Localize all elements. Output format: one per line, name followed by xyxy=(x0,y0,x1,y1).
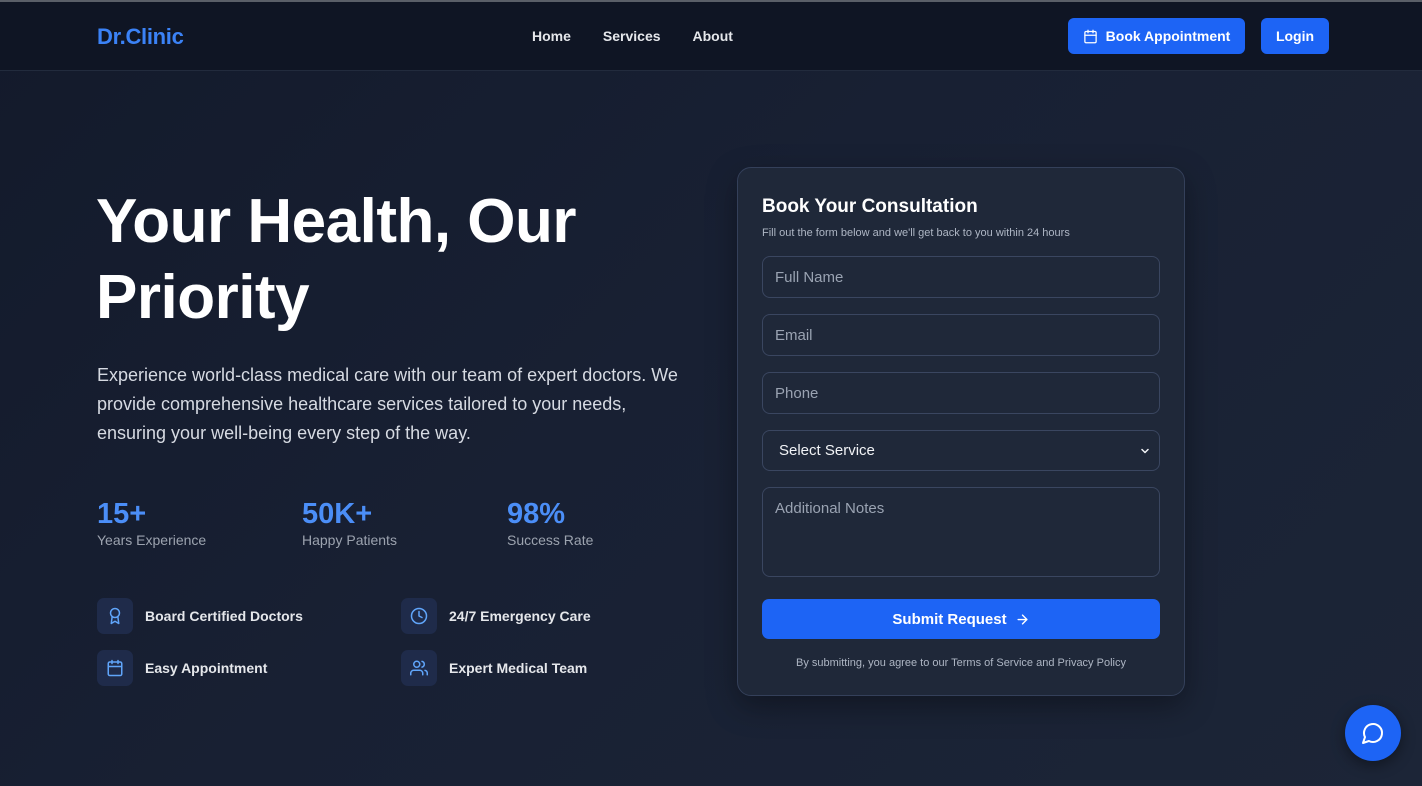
form-title: Book Your Consultation xyxy=(762,196,978,217)
arrow-right-icon xyxy=(1017,613,1028,625)
email-field[interactable] xyxy=(762,314,1160,356)
phone-field[interactable] xyxy=(762,372,1160,414)
terms-notice: By submitting, you agree to our Terms of… xyxy=(796,657,1126,669)
nav-about[interactable]: About xyxy=(693,28,733,44)
calendar-icon xyxy=(97,650,133,686)
login-button[interactable]: Login xyxy=(1261,18,1329,54)
brand-logo[interactable]: Dr.Clinic xyxy=(97,24,184,50)
feature-label: Easy Appointment xyxy=(145,660,268,676)
service-select[interactable]: Select Service xyxy=(762,430,1160,471)
stat-label: Years Experience xyxy=(97,532,207,548)
book-appointment-button[interactable]: Book Appointment xyxy=(1068,18,1245,54)
calendar-icon xyxy=(1083,29,1097,43)
chat-bubble-icon xyxy=(1362,723,1383,744)
feature-emergency-care: 24/7 Emergency Care xyxy=(401,598,591,634)
hero-description: Experience world-class medical care with… xyxy=(97,365,678,443)
full-name-field[interactable] xyxy=(762,256,1160,298)
feature-label: 24/7 Emergency Care xyxy=(449,608,591,624)
award-icon xyxy=(97,598,133,634)
stat-label: Success Rate xyxy=(507,532,594,548)
top-navbar: Dr.Clinic Home Services About Book Appoi… xyxy=(0,2,1422,71)
submit-request-button[interactable]: Submit Request xyxy=(762,599,1160,639)
stat-value: 15+ xyxy=(97,498,147,530)
consultation-form-card: Book Your Consultation Fill out the form… xyxy=(737,167,1185,696)
hero-title: Your Health, Our Priority xyxy=(96,187,577,332)
users-icon xyxy=(401,650,437,686)
stat-value: 50K+ xyxy=(302,498,373,530)
nav-home[interactable]: Home xyxy=(532,28,571,44)
stat-value: 98% xyxy=(507,498,566,530)
stat-success-rate: 98% Success Rate xyxy=(507,497,593,548)
stat-years-experience: 15+ Years Experience xyxy=(97,497,206,548)
feature-label: Board Certified Doctors xyxy=(145,608,303,624)
form-subtitle: Fill out the form below and we'll get ba… xyxy=(762,227,1070,239)
chevron-down-icon xyxy=(1141,448,1149,453)
book-appointment-label: Book Appointment xyxy=(1105,28,1231,44)
feature-easy-appointment: Easy Appointment xyxy=(97,650,267,686)
clock-icon xyxy=(401,598,437,634)
feature-expert-team: Expert Medical Team xyxy=(401,650,587,686)
stat-label: Happy Patients xyxy=(302,532,397,548)
feature-board-certified: Board Certified Doctors xyxy=(97,598,303,634)
submit-label: Submit Request xyxy=(892,610,1007,628)
chat-button[interactable] xyxy=(1345,705,1401,761)
service-select-value: Select Service xyxy=(779,442,875,459)
feature-label: Expert Medical Team xyxy=(449,660,588,676)
nav-services[interactable]: Services xyxy=(603,28,661,44)
notes-field[interactable] xyxy=(762,487,1160,577)
main-nav: Home Services About xyxy=(532,28,733,44)
stat-happy-patients: 50K+ Happy Patients xyxy=(302,497,397,548)
